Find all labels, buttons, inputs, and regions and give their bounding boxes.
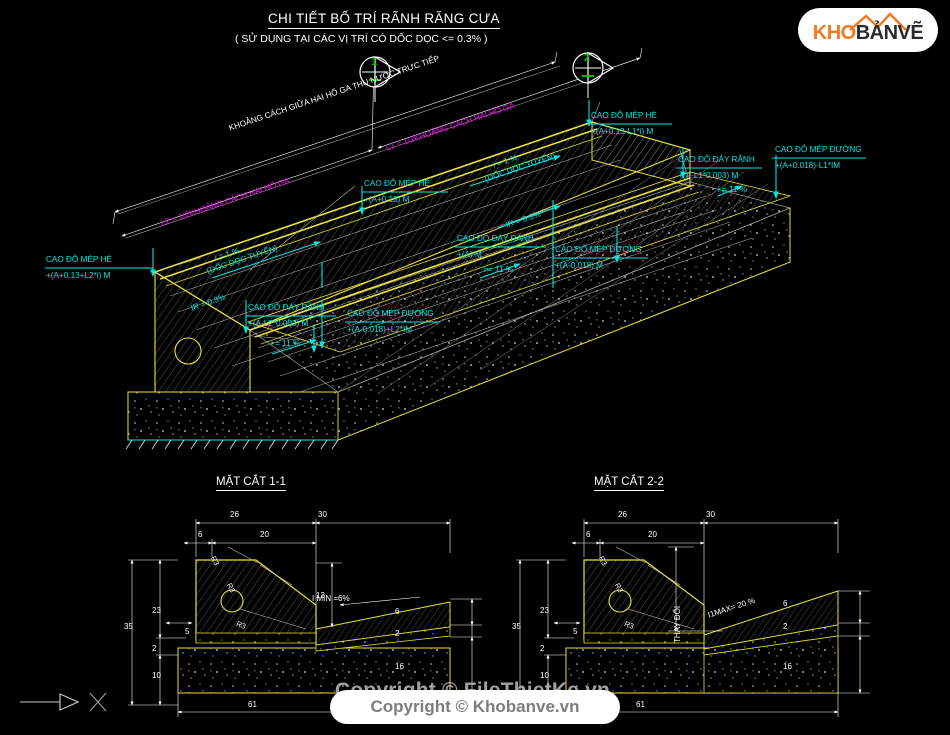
section-2-dim-30: 30 [706, 510, 715, 519]
section-2-dim-26: 26 [618, 510, 627, 519]
elevation-callout-name: CAO ĐỘ MÉP HÈ [46, 255, 112, 264]
elevation-callout-name: CAO ĐỘ ĐÁY RÃNH [248, 303, 325, 312]
section-2-dim-2r: 2 [783, 622, 788, 631]
section-2-dim-23: 23 [540, 606, 549, 615]
section-2-dim-6r: 6 [783, 599, 788, 608]
label-slope-11-right: i = 11 % [718, 185, 748, 194]
elevation-callout-name: CAO ĐỘ MÉP HÈ [364, 179, 430, 188]
section-1-dim-6r: 6 [395, 607, 400, 616]
elevation-callout-value: +(A) M [457, 250, 482, 259]
section-1-dim-30: 30 [318, 510, 327, 519]
section-1-dim-61: 61 [248, 700, 257, 709]
elevation-callout-name: CAO ĐỘ MÉP ĐƯỜNG [347, 309, 434, 318]
section-2-dim-20: 20 [648, 530, 657, 539]
elevation-callout-value: +(A+0.13-L1*i) M [591, 127, 654, 136]
label-slope-11-left: i = 11 % [271, 339, 301, 348]
cad-cursor-group [20, 692, 107, 712]
elevation-callout-value: +(A+0.13) M [364, 195, 410, 204]
section-1-dim-10: 10 [152, 671, 161, 680]
elevation-callout-value: +(A-L1*0.003) M [678, 171, 739, 180]
elevation-callout-value: +(A+0.018)-L1*IM [775, 161, 841, 170]
section-2-dim-2: 2 [540, 644, 545, 653]
section-2-dim-16: 16 [783, 662, 792, 671]
section-1-dim-2: 2 [152, 644, 157, 653]
elevation-callout-name: CAO ĐỘ ĐÁY RÃNH [457, 234, 534, 243]
section-1-dim-20: 20 [260, 530, 269, 539]
elevation-callout-name: CAO ĐỘ MÉP ĐƯỜNG [555, 245, 642, 254]
section-1-title: MẶT CẮT 1-1 [216, 476, 286, 491]
elevation-callout-name: CAO ĐỘ MÉP ĐƯỜNG [775, 145, 862, 154]
arrow-icon [59, 693, 80, 711]
cad-drawing-canvas: CHI TIẾT BỐ TRÍ RÃNH RĂNG CƯA ( SỬ DỤNG … [0, 0, 950, 728]
crosshair-x-icon [89, 692, 107, 712]
elevation-callout-value: +(A+0.13+L2*i) M [46, 271, 111, 280]
section-2-dim-61: 61 [636, 700, 645, 709]
elevation-callout-name: CAO ĐỘ MÉP HÈ [591, 111, 657, 120]
section-2-dim-5: 5 [573, 627, 578, 636]
elevation-callout-value: +(A-0.018)+L2*IM [347, 325, 413, 334]
watermark-pill: Copyright © Khobanve.vn [330, 690, 620, 724]
section-1-slope-note: I MIN =6% [312, 594, 350, 603]
label-slope-11-mid: i = 11 % [484, 265, 514, 274]
section-marker-2-label: 2 [584, 52, 591, 64]
section-1-dim-16: 16 [395, 662, 404, 671]
section-1-dim-26: 26 [230, 510, 239, 519]
section-marker-1-label: 1 [371, 56, 378, 68]
section-1-dim-35: 35 [124, 622, 133, 631]
section-1-dim-2r: 2 [395, 629, 400, 638]
section-marker-2 [572, 51, 615, 98]
section-1-dim-6: 6 [198, 530, 203, 539]
elevation-callout-value: +(A-0.018) M [555, 261, 604, 270]
elevation-callout-value: +(A-L2*0.003) M [248, 319, 309, 328]
section-1-dim-5: 5 [185, 627, 190, 636]
section-2-dim-35: 35 [512, 622, 521, 631]
section-2-vertical-note: THAY ĐỔI [673, 605, 682, 643]
section-2-title: MẶT CẮT 2-2 [594, 476, 664, 491]
section-2-dim-6: 6 [586, 530, 591, 539]
section-1-dim-23: 23 [152, 606, 161, 615]
watermark-text: Copyright © Khobanve.vn [370, 697, 580, 716]
elevation-callout-name: CAO ĐỘ ĐÁY RÃNH [678, 155, 755, 164]
